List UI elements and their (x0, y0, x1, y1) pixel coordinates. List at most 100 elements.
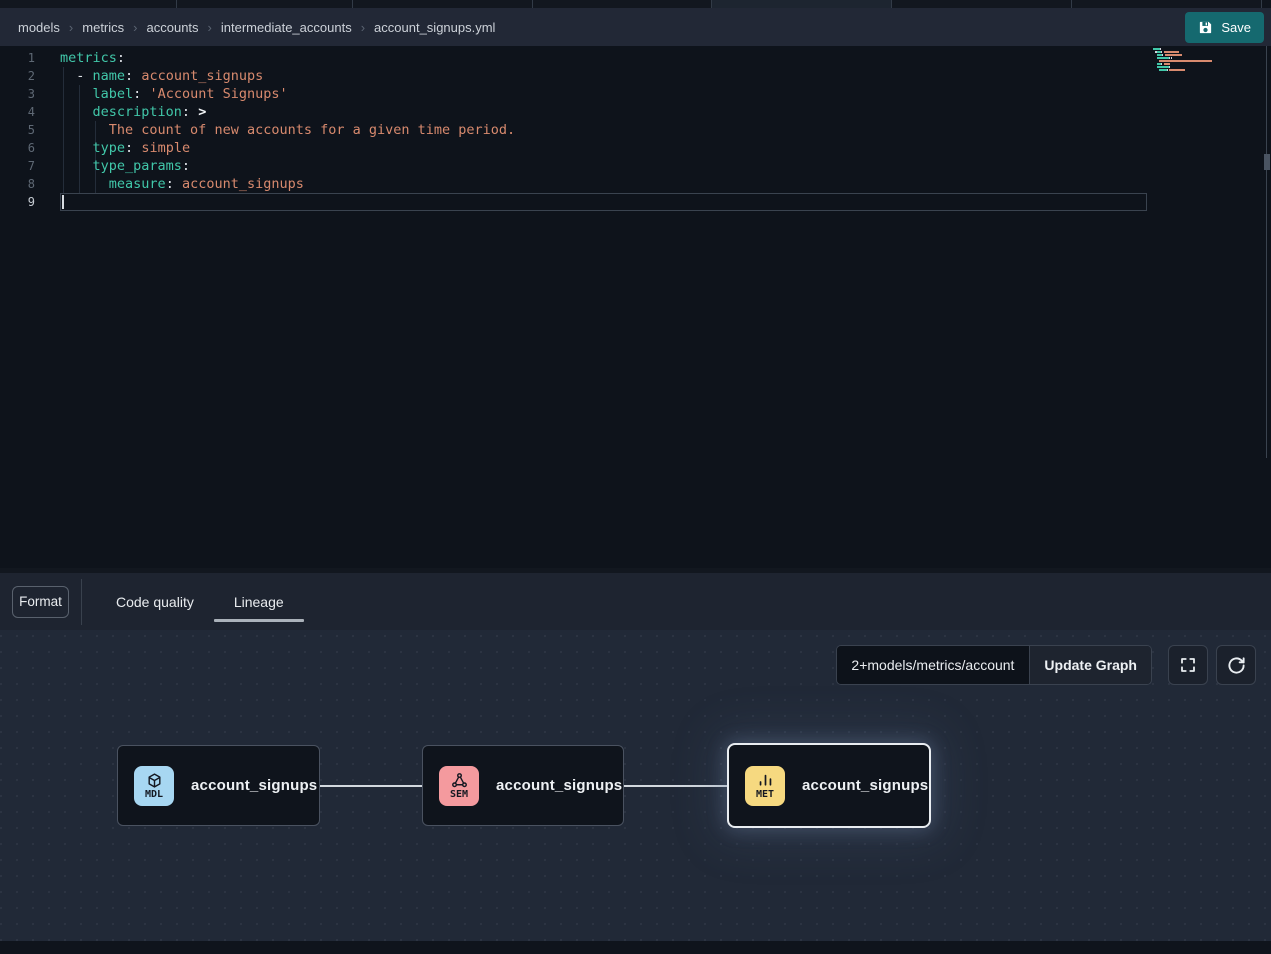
top-tab-5[interactable] (712, 0, 892, 8)
line-number: 5 (0, 121, 44, 139)
lineage-canvas[interactable]: Update Graph MDL account_signups SEM accoun… (0, 630, 1271, 941)
line-content: label: 'Account Signups' (60, 85, 288, 103)
format-button[interactable]: Format (12, 586, 69, 618)
minimap[interactable] (1153, 48, 1217, 75)
node-label: account_signups (496, 777, 622, 794)
breadcrumb-separator: › (361, 20, 365, 35)
top-tab-strip-filler (1262, 0, 1271, 8)
node-badge-mdl: MDL (134, 766, 174, 806)
code-line-7[interactable]: 7 type_params: (0, 157, 515, 175)
tab-label: Lineage (234, 594, 284, 610)
top-tab-2[interactable] (177, 0, 353, 8)
panel-header: Format Code quality Lineage (0, 573, 1271, 630)
cube-icon (146, 772, 163, 789)
minimap-line (1153, 69, 1217, 71)
fullscreen-icon (1179, 656, 1197, 674)
code-line-9[interactable]: 9 (0, 193, 515, 211)
breadcrumb-item-accounts: accounts (147, 20, 199, 35)
lineage-edge (320, 785, 423, 787)
breadcrumb-item-models: models (18, 20, 60, 35)
minimap-line (1153, 54, 1217, 56)
semantic-graph-icon (451, 772, 468, 789)
bar-chart-icon (757, 772, 774, 789)
minimap-line (1153, 63, 1217, 65)
code-line-4[interactable]: 4 description: > (0, 103, 515, 121)
breadcrumb-separator: › (133, 20, 137, 35)
selector-input[interactable] (837, 646, 1029, 684)
line-content: type: simple (60, 139, 190, 157)
line-content: - name: account_signups (60, 67, 263, 85)
active-tab-underline (214, 619, 304, 622)
editor-scrollbar-thumb[interactable] (1264, 154, 1270, 170)
tab-lineage[interactable]: Lineage (214, 573, 304, 630)
top-tab-6[interactable] (892, 0, 1072, 8)
lineage-selector-group: Update Graph (836, 645, 1152, 685)
node-badge-sem: SEM (439, 766, 479, 806)
line-content: The count of new accounts for a given ti… (60, 121, 515, 139)
save-button[interactable]: Save (1185, 12, 1264, 43)
node-label: account_signups (802, 777, 928, 794)
tab-code-quality[interactable]: Code quality (96, 573, 214, 630)
save-button-label: Save (1221, 20, 1251, 35)
code-lines: 1metrics:2 - name: account_signups3 labe… (0, 49, 515, 211)
line-number: 8 (0, 175, 44, 193)
line-number: 4 (0, 103, 44, 121)
update-graph-button[interactable]: Update Graph (1029, 646, 1151, 684)
node-badge-label: SEM (450, 790, 468, 800)
code-line-5[interactable]: 5 The count of new accounts for a given … (0, 121, 515, 139)
code-line-6[interactable]: 6 type: simple (0, 139, 515, 157)
line-number: 9 (0, 193, 44, 211)
breadcrumb-bar: models › metrics › accounts › intermediate_acc… (0, 8, 1271, 46)
minimap-line (1153, 51, 1217, 53)
breadcrumb: models › metrics › accounts › intermediate_acc… (18, 20, 495, 35)
code-line-8[interactable]: 8 measure: account_signups (0, 175, 515, 193)
top-tab-strip (0, 0, 1271, 8)
line-number: 2 (0, 67, 44, 85)
top-tab-3[interactable] (353, 0, 533, 8)
line-number: 1 (0, 49, 44, 67)
line-content: description: > (60, 103, 206, 121)
ide-window: models › metrics › accounts › intermediate_acc… (0, 0, 1271, 954)
line-number: 6 (0, 139, 44, 157)
minimap-line (1153, 60, 1217, 62)
line-content: type_params: (60, 157, 190, 175)
lineage-node-sem[interactable]: SEM account_signups (422, 745, 624, 826)
top-tab-7[interactable] (1072, 0, 1262, 8)
save-icon (1198, 20, 1213, 35)
minimap-line (1153, 72, 1217, 74)
node-badge-met: MET (745, 766, 785, 806)
minimap-line (1153, 66, 1217, 68)
node-badge-label: MDL (145, 790, 163, 800)
lineage-node-met[interactable]: MET account_signups (727, 743, 931, 828)
breadcrumb-separator: › (69, 20, 73, 35)
top-tab-4[interactable] (533, 0, 712, 8)
fullscreen-button[interactable] (1168, 645, 1208, 685)
refresh-icon (1227, 656, 1246, 675)
line-number: 3 (0, 85, 44, 103)
lineage-node-mdl[interactable]: MDL account_signups (117, 745, 320, 826)
line-content: measure: account_signups (60, 175, 304, 193)
refresh-button[interactable] (1216, 645, 1256, 685)
minimap-line (1153, 48, 1217, 50)
breadcrumb-item-intermediate-accounts: intermediate_accounts (221, 20, 352, 35)
line-content: metrics: (60, 49, 125, 67)
breadcrumb-item-account-signups-yml: account_signups.yml (374, 20, 495, 35)
current-line-highlight (60, 193, 1147, 211)
bottom-strip (0, 941, 1271, 954)
text-cursor (62, 195, 64, 209)
top-tab-1[interactable] (0, 0, 177, 8)
breadcrumb-item-metrics: metrics (82, 20, 124, 35)
node-label: account_signups (191, 777, 317, 794)
code-line-1[interactable]: 1 metrics: (0, 49, 515, 67)
code-editor[interactable]: 1metrics:2 - name: account_signups3 labe… (0, 46, 1271, 568)
minimap-line (1153, 57, 1217, 59)
line-number: 7 (0, 157, 44, 175)
tab-label: Code quality (116, 594, 194, 610)
panel-header-divider (81, 579, 82, 625)
code-line-2[interactable]: 2 - name: account_signups (0, 67, 515, 85)
breadcrumb-separator: › (208, 20, 212, 35)
panel-tabs: Code quality Lineage (96, 573, 304, 630)
lineage-edge (624, 785, 728, 787)
code-line-3[interactable]: 3 label: 'Account Signups' (0, 85, 515, 103)
node-badge-label: MET (756, 790, 774, 800)
